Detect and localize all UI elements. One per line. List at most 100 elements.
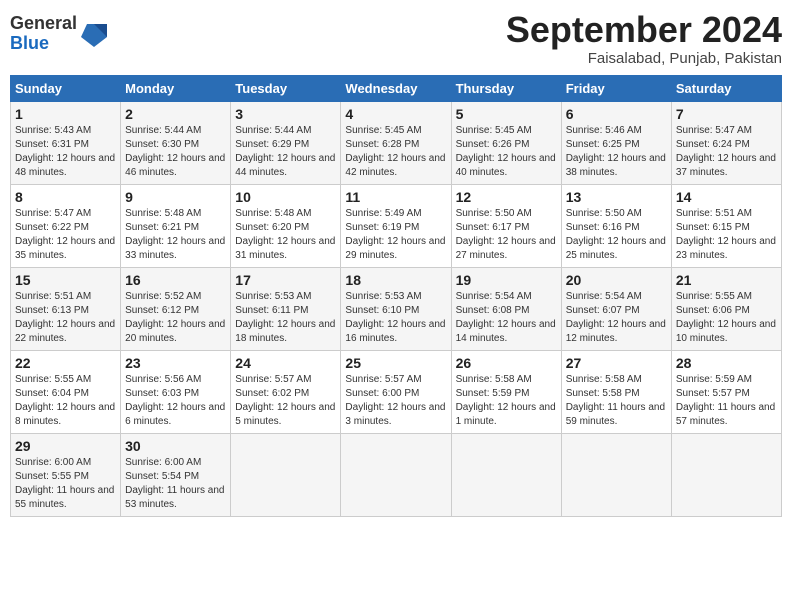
- location: Faisalabad, Punjab, Pakistan: [506, 50, 782, 67]
- day-number: 25: [345, 355, 446, 371]
- day-number: 18: [345, 272, 446, 288]
- col-header-thursday: Thursday: [451, 75, 561, 101]
- calendar-cell: 23 Sunrise: 5:56 AMSunset: 6:03 PMDayligh…: [121, 350, 231, 433]
- calendar-cell: 1Sunrise: 5:43 AMSunset: 6:31 PMDaylight…: [11, 101, 121, 184]
- calendar-cell: 19Sunrise: 5:54 AMSunset: 6:08 PMDayligh…: [451, 267, 561, 350]
- day-number: 7: [676, 106, 777, 122]
- day-detail: Sunrise: 5:58 AMSunset: 5:58 PMDaylight:…: [566, 373, 667, 429]
- day-number: 26: [456, 355, 557, 371]
- day-number: 11: [345, 189, 446, 205]
- day-detail: Sunrise: 5:50 AMSunset: 6:17 PMDaylight:…: [456, 207, 557, 263]
- calendar-cell: 27 Sunrise: 5:58 AMSunset: 5:58 PMDayligh…: [561, 350, 671, 433]
- calendar-cell: 20 Sunrise: 5:54 AMSunset: 6:07 PMDayligh…: [561, 267, 671, 350]
- day-detail: Sunrise: 5:46 AMSunset: 6:25 PMDaylight:…: [566, 124, 667, 180]
- calendar-week-4: 22 Sunrise: 5:55 AMSunset: 6:04 PMDayligh…: [11, 350, 782, 433]
- day-number: 5: [456, 106, 557, 122]
- calendar-cell: 21 Sunrise: 5:55 AMSunset: 6:06 PMDayligh…: [671, 267, 781, 350]
- day-number: 16: [125, 272, 226, 288]
- calendar-cell: 30 Sunrise: 6:00 AMSunset: 5:54 PMDayligh…: [121, 433, 231, 516]
- day-detail: Sunrise: 6:00 AMSunset: 5:54 PMDaylight:…: [125, 456, 226, 512]
- day-detail: Sunrise: 5:48 AMSunset: 6:20 PMDaylight:…: [235, 207, 336, 263]
- day-number: 8: [15, 189, 116, 205]
- day-detail: Sunrise: 5:53 AMSunset: 6:11 PMDaylight:…: [235, 290, 336, 346]
- calendar-week-3: 15Sunrise: 5:51 AMSunset: 6:13 PMDayligh…: [11, 267, 782, 350]
- calendar-cell: 24 Sunrise: 5:57 AMSunset: 6:02 PMDayligh…: [231, 350, 341, 433]
- calendar-cell: 26 Sunrise: 5:58 AMSunset: 5:59 PMDayligh…: [451, 350, 561, 433]
- calendar-cell: 14 Sunrise: 5:51 AMSunset: 6:15 PMDayligh…: [671, 184, 781, 267]
- calendar-cell: [561, 433, 671, 516]
- day-number: 4: [345, 106, 446, 122]
- day-number: 30: [125, 438, 226, 454]
- calendar-cell: 8 Sunrise: 5:47 AMSunset: 6:22 PMDaylight…: [11, 184, 121, 267]
- calendar-cell: 28 Sunrise: 5:59 AMSunset: 5:57 PMDayligh…: [671, 350, 781, 433]
- col-header-wednesday: Wednesday: [341, 75, 451, 101]
- calendar-week-5: 29Sunrise: 6:00 AMSunset: 5:55 PMDayligh…: [11, 433, 782, 516]
- day-detail: Sunrise: 5:53 AMSunset: 6:10 PMDaylight:…: [345, 290, 446, 346]
- day-number: 27: [566, 355, 667, 371]
- calendar-cell: 16 Sunrise: 5:52 AMSunset: 6:12 PMDayligh…: [121, 267, 231, 350]
- calendar-cell: 7 Sunrise: 5:47 AMSunset: 6:24 PMDaylight…: [671, 101, 781, 184]
- day-number: 29: [15, 438, 116, 454]
- day-detail: Sunrise: 5:59 AMSunset: 5:57 PMDaylight:…: [676, 373, 777, 429]
- col-header-friday: Friday: [561, 75, 671, 101]
- day-detail: Sunrise: 5:48 AMSunset: 6:21 PMDaylight:…: [125, 207, 226, 263]
- calendar-week-2: 8 Sunrise: 5:47 AMSunset: 6:22 PMDaylight…: [11, 184, 782, 267]
- day-detail: Sunrise: 5:56 AMSunset: 6:03 PMDaylight:…: [125, 373, 226, 429]
- day-detail: Sunrise: 5:50 AMSunset: 6:16 PMDaylight:…: [566, 207, 667, 263]
- day-detail: Sunrise: 5:58 AMSunset: 5:59 PMDaylight:…: [456, 373, 557, 429]
- calendar-week-1: 1Sunrise: 5:43 AMSunset: 6:31 PMDaylight…: [11, 101, 782, 184]
- day-detail: Sunrise: 5:52 AMSunset: 6:12 PMDaylight:…: [125, 290, 226, 346]
- day-detail: Sunrise: 5:57 AMSunset: 6:00 PMDaylight:…: [345, 373, 446, 429]
- col-header-saturday: Saturday: [671, 75, 781, 101]
- day-detail: Sunrise: 5:49 AMSunset: 6:19 PMDaylight:…: [345, 207, 446, 263]
- calendar-cell: 18 Sunrise: 5:53 AMSunset: 6:10 PMDayligh…: [341, 267, 451, 350]
- logo-blue-text: Blue: [10, 33, 49, 53]
- day-number: 21: [676, 272, 777, 288]
- col-header-sunday: Sunday: [11, 75, 121, 101]
- day-number: 3: [235, 106, 336, 122]
- calendar-cell: 9 Sunrise: 5:48 AMSunset: 6:21 PMDaylight…: [121, 184, 231, 267]
- calendar-header: SundayMondayTuesdayWednesdayThursdayFrid…: [11, 75, 782, 101]
- day-detail: Sunrise: 5:54 AMSunset: 6:07 PMDaylight:…: [566, 290, 667, 346]
- month-title: September 2024: [506, 10, 782, 50]
- logo: General Blue: [10, 14, 109, 54]
- day-number: 2: [125, 106, 226, 122]
- calendar-cell: 3Sunrise: 5:44 AMSunset: 6:29 PMDaylight…: [231, 101, 341, 184]
- day-number: 22: [15, 355, 116, 371]
- day-number: 23: [125, 355, 226, 371]
- calendar-cell: 29Sunrise: 6:00 AMSunset: 5:55 PMDayligh…: [11, 433, 121, 516]
- day-number: 12: [456, 189, 557, 205]
- day-number: 14: [676, 189, 777, 205]
- logo-general-text: General: [10, 13, 77, 33]
- calendar-cell: [671, 433, 781, 516]
- calendar-cell: 12 Sunrise: 5:50 AMSunset: 6:17 PMDayligh…: [451, 184, 561, 267]
- day-number: 9: [125, 189, 226, 205]
- day-detail: Sunrise: 5:47 AMSunset: 6:24 PMDaylight:…: [676, 124, 777, 180]
- calendar-cell: 4 Sunrise: 5:45 AMSunset: 6:28 PMDaylight…: [341, 101, 451, 184]
- calendar-cell: [451, 433, 561, 516]
- day-number: 13: [566, 189, 667, 205]
- day-detail: Sunrise: 5:43 AMSunset: 6:31 PMDaylight:…: [15, 124, 116, 180]
- day-detail: Sunrise: 5:57 AMSunset: 6:02 PMDaylight:…: [235, 373, 336, 429]
- calendar-cell: 2Sunrise: 5:44 AMSunset: 6:30 PMDaylight…: [121, 101, 231, 184]
- title-block: September 2024 Faisalabad, Punjab, Pakis…: [506, 10, 782, 67]
- calendar-cell: 10Sunrise: 5:48 AMSunset: 6:20 PMDayligh…: [231, 184, 341, 267]
- calendar-cell: [341, 433, 451, 516]
- calendar-table: SundayMondayTuesdayWednesdayThursdayFrid…: [10, 75, 782, 517]
- calendar-cell: 5Sunrise: 5:45 AMSunset: 6:26 PMDaylight…: [451, 101, 561, 184]
- day-detail: Sunrise: 5:51 AMSunset: 6:15 PMDaylight:…: [676, 207, 777, 263]
- day-number: 20: [566, 272, 667, 288]
- day-number: 28: [676, 355, 777, 371]
- day-detail: Sunrise: 5:54 AMSunset: 6:08 PMDaylight:…: [456, 290, 557, 346]
- day-detail: Sunrise: 5:55 AMSunset: 6:04 PMDaylight:…: [15, 373, 116, 429]
- day-detail: Sunrise: 5:55 AMSunset: 6:06 PMDaylight:…: [676, 290, 777, 346]
- calendar-cell: 25 Sunrise: 5:57 AMSunset: 6:00 PMDayligh…: [341, 350, 451, 433]
- day-detail: Sunrise: 5:45 AMSunset: 6:28 PMDaylight:…: [345, 124, 446, 180]
- calendar-cell: 15Sunrise: 5:51 AMSunset: 6:13 PMDayligh…: [11, 267, 121, 350]
- calendar-cell: 17Sunrise: 5:53 AMSunset: 6:11 PMDayligh…: [231, 267, 341, 350]
- logo-icon: [79, 19, 109, 49]
- day-detail: Sunrise: 5:47 AMSunset: 6:22 PMDaylight:…: [15, 207, 116, 263]
- day-number: 6: [566, 106, 667, 122]
- calendar-cell: 22 Sunrise: 5:55 AMSunset: 6:04 PMDayligh…: [11, 350, 121, 433]
- day-number: 24: [235, 355, 336, 371]
